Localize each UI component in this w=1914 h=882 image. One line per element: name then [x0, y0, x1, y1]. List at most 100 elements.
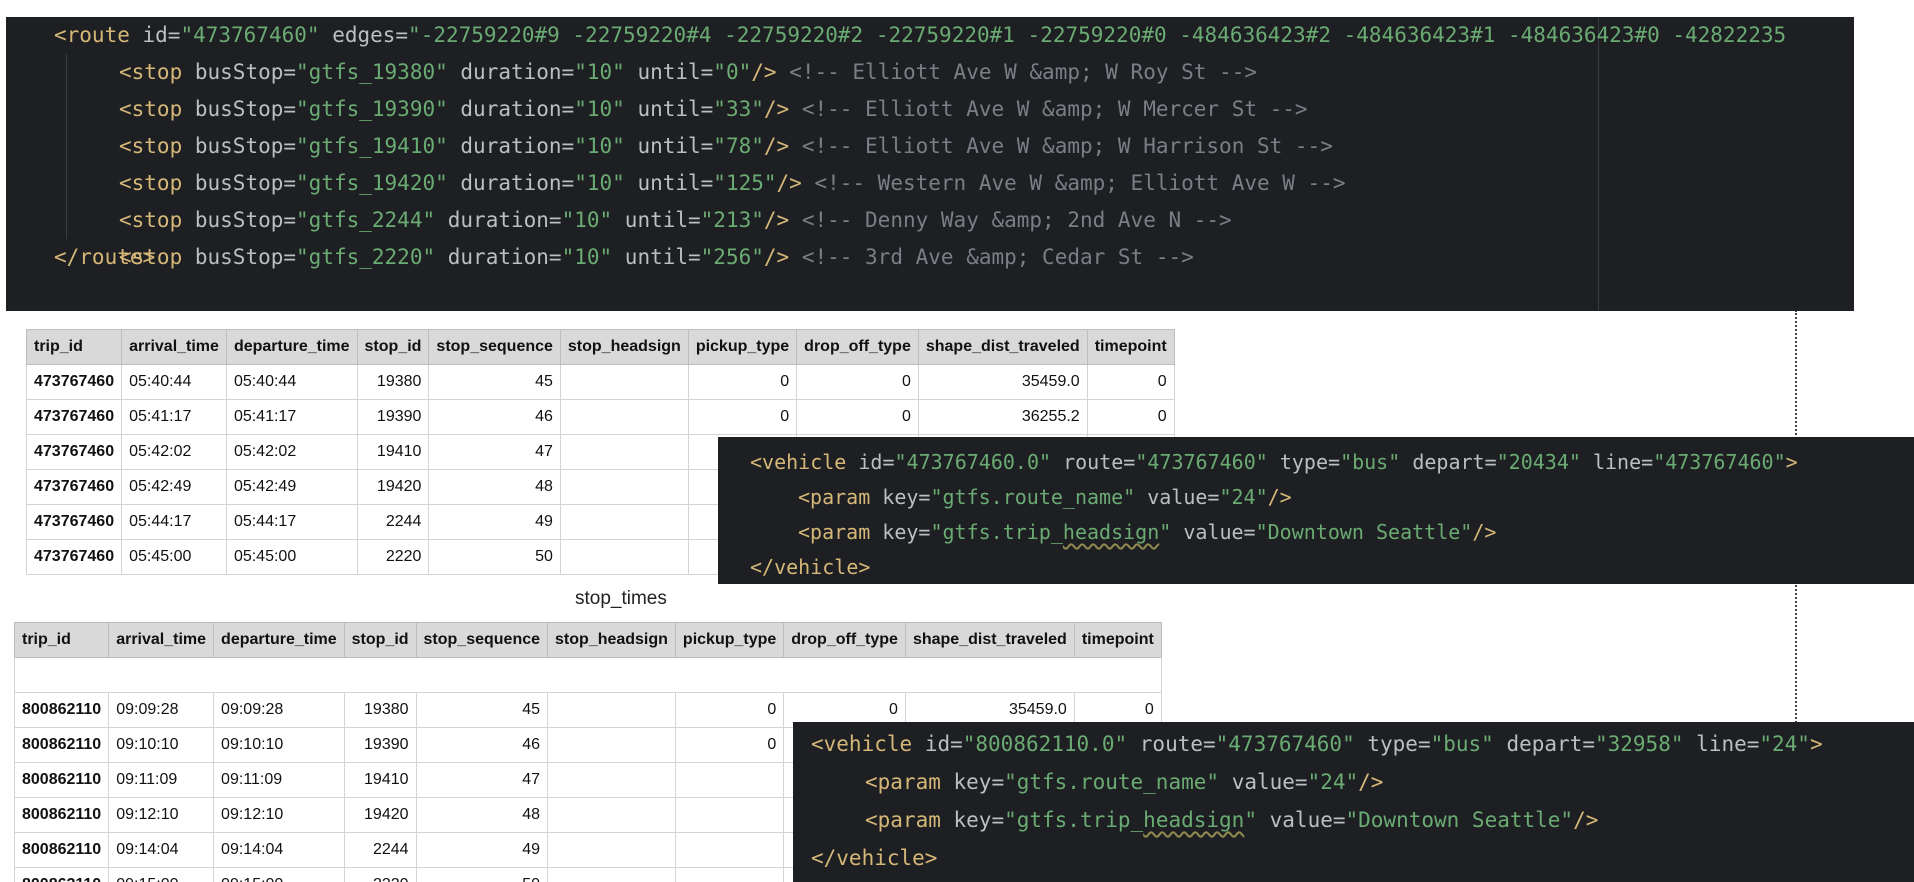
table-cell-stop-id: 2220: [343, 867, 417, 882]
table-cell-departure-time: 05:44:17: [225, 504, 358, 540]
table-title: stop_times: [575, 588, 667, 609]
column-header-stop-sequence[interactable]: stop_sequence: [415, 622, 549, 658]
vehicle-xml-editor-1[interactable]: <vehicle id="473767460.0" route="4737674…: [718, 437, 1914, 584]
table-cell-stop-sequence: 50: [415, 867, 549, 882]
vehicle-xml-editor-2[interactable]: <vehicle id="800862110.0" route="4737674…: [793, 722, 1914, 882]
table-cell-pickup-type: [674, 797, 785, 833]
column-header-stop-id[interactable]: stop_id: [343, 622, 417, 658]
column-header-shape-dist-traveled[interactable]: shape_dist_traveled: [904, 622, 1075, 658]
table-cell-stop-id: 19420: [343, 797, 417, 833]
vehicle-close-line: </vehicle>: [750, 555, 871, 579]
table-cell-pickup-type: [674, 762, 785, 798]
table-cell-departure-time: 09:12:10: [213, 797, 345, 833]
table-cell-trip-id: 800862110: [14, 727, 110, 763]
table-cell-trip-id: 473767460: [26, 469, 123, 505]
column-header-trip-id[interactable]: trip_id: [14, 622, 110, 658]
table-cell-arrival-time: 05:40:44: [121, 364, 227, 400]
param-headsign-line: <param key="gtfs.trip_headsign" value="D…: [865, 808, 1599, 832]
table-cell-pickup-type: 0: [674, 692, 785, 728]
table-cell-trip-id: 800862110: [14, 797, 110, 833]
table-cell-arrival-time: 05:44:17: [121, 504, 227, 540]
table-cell-stop-id: 19420: [356, 469, 430, 505]
column-header-drop-off-type[interactable]: drop_off_type: [783, 622, 906, 658]
table-cell-trip-id: 800862110: [14, 867, 110, 882]
table-cell-stop-sequence: 45: [415, 692, 549, 728]
table-cell-departure-time: 09:09:28: [213, 692, 345, 728]
table-cell-stop-id: 19410: [356, 434, 430, 470]
column-header-drop-off-type[interactable]: drop_off_type: [796, 329, 919, 365]
column-header-departure-time[interactable]: departure_time: [213, 622, 345, 658]
column-header-arrival-time[interactable]: arrival_time: [121, 329, 227, 365]
column-header-trip-id[interactable]: trip_id: [26, 329, 123, 365]
table-cell-stop-headsign: [547, 762, 676, 798]
table-cell-stop-headsign: [559, 364, 689, 400]
table-cell-stop-headsign: [547, 727, 676, 763]
column-header-departure-time[interactable]: departure_time: [225, 329, 358, 365]
vehicle-open-line: <vehicle id="800862110.0" route="4737674…: [811, 732, 1823, 756]
table-cell-trip-id: 473767460: [26, 434, 123, 470]
table-cell-departure-time: 05:42:02: [225, 434, 358, 470]
table-cell-departure-time: 05:45:00: [225, 539, 358, 575]
param-route-name-line: <param key="gtfs.route_name" value="24"/…: [865, 770, 1384, 794]
column-header-timepoint[interactable]: timepoint: [1073, 622, 1162, 658]
table-cell-pickup-type: [674, 867, 785, 882]
table-cell-stop-sequence: 47: [428, 434, 561, 470]
table-cell-stop-headsign: [547, 832, 676, 868]
table-row[interactable]: 473767460 05:41:17 05:41:17 19390 46 0 0 36255.…: [26, 399, 1175, 435]
table-cell-arrival-time: 09:12:10: [108, 797, 215, 833]
table-cell-stop-sequence: 45: [428, 364, 561, 400]
table-cell-stop-headsign: [547, 867, 676, 882]
route-open-line: <route id="473767460" edges="-22759220#9…: [54, 23, 1787, 47]
table-cell-arrival-time: 05:45:00: [121, 539, 227, 575]
column-header-arrival-time[interactable]: arrival_time: [108, 622, 215, 658]
table-cell-drop-off-type: 0: [796, 399, 919, 435]
table-cell-stop-headsign: [559, 504, 689, 540]
table-cell-arrival-time: 09:11:09: [108, 762, 215, 798]
table-cell-arrival-time: 09:14:04: [108, 832, 215, 868]
route-xml-editor[interactable]: <route id="473767460" edges="-22759220#9…: [6, 17, 1854, 311]
table-spacer-row: [14, 657, 1162, 693]
table-cell-stop-id: 19390: [356, 399, 430, 435]
table-row[interactable]: 473767460 05:40:44 05:40:44 19380 45 0 0 35459.…: [26, 364, 1175, 400]
table-cell-stop-sequence: 48: [415, 797, 549, 833]
table-cell-pickup-type: 0: [687, 399, 798, 435]
column-header-pickup-type[interactable]: pickup_type: [674, 622, 785, 658]
column-header-shape-dist-traveled[interactable]: shape_dist_traveled: [917, 329, 1088, 365]
table-cell-trip-id: 473767460: [26, 504, 123, 540]
table-cell-stop-sequence: 46: [428, 399, 561, 435]
table-cell-trip-id: 473767460: [26, 539, 123, 575]
table-cell-stop-headsign: [559, 539, 689, 575]
table-cell-stop-id: 2220: [356, 539, 430, 575]
table-cell-pickup-type: [674, 832, 785, 868]
table-cell-trip-id: 800862110: [14, 692, 110, 728]
table-cell-timepoint: 0: [1086, 364, 1175, 400]
column-header-stop-headsign[interactable]: stop_headsign: [559, 329, 689, 365]
table-cell-stop-id: 2244: [343, 832, 417, 868]
table-cell-stop-id: 19410: [343, 762, 417, 798]
column-header-stop-headsign[interactable]: stop_headsign: [547, 622, 676, 658]
table-cell-stop-id: 19380: [343, 692, 417, 728]
table-cell-trip-id: 800862110: [14, 832, 110, 868]
table-cell-shape-dist-traveled: 35459.0: [917, 364, 1088, 400]
stop-line: <stop busStop="gtfs_19410" duration="10"…: [119, 134, 1333, 158]
table-cell-timepoint: 0: [1086, 399, 1175, 435]
table-cell-stop-sequence: 49: [415, 832, 549, 868]
column-header-stop-sequence[interactable]: stop_sequence: [428, 329, 561, 365]
table-header-row: trip_id arrival_time departure_time stop_id…: [14, 622, 1162, 658]
table-cell-stop-headsign: [559, 434, 689, 470]
stop-line: <stop busStop="gtfs_19390" duration="10"…: [119, 97, 1308, 121]
table-cell-stop-headsign: [559, 399, 689, 435]
column-header-stop-id[interactable]: stop_id: [356, 329, 430, 365]
table-cell-drop-off-type: 0: [796, 364, 919, 400]
vehicle-open-line: <vehicle id="473767460.0" route="4737674…: [750, 450, 1798, 474]
table-cell-stop-id: 2244: [356, 504, 430, 540]
table-cell-arrival-time: 09:15:00: [108, 867, 215, 882]
table-cell-departure-time: 05:41:17: [225, 399, 358, 435]
table-cell-departure-time: 09:10:10: [213, 727, 345, 763]
table-cell-arrival-time: 05:42:02: [121, 434, 227, 470]
column-header-pickup-type[interactable]: pickup_type: [687, 329, 798, 365]
table-cell-stop-sequence: 46: [415, 727, 549, 763]
column-header-timepoint[interactable]: timepoint: [1086, 329, 1175, 365]
table-cell-pickup-type: 0: [687, 364, 798, 400]
table-cell-stop-headsign: [547, 692, 676, 728]
